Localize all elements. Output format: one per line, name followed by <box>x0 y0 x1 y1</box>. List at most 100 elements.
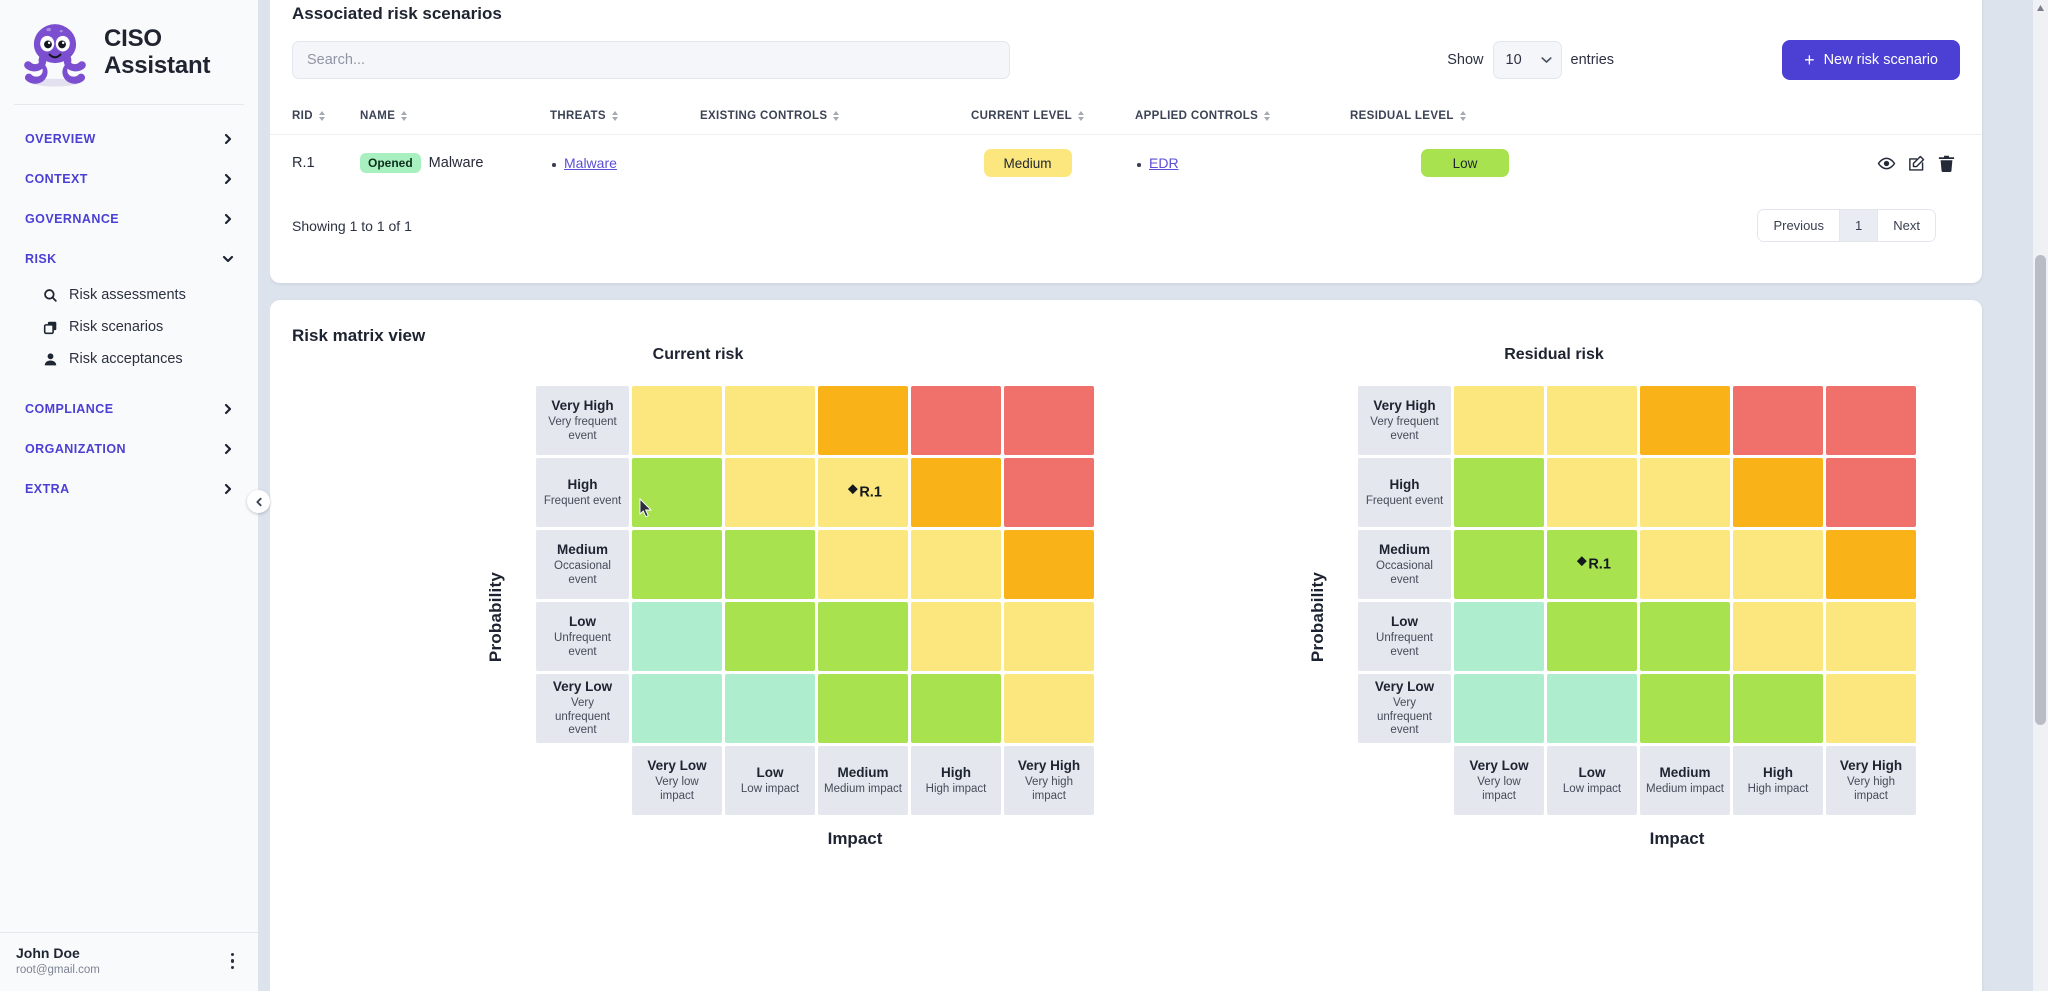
entries-label: entries <box>1571 52 1615 68</box>
matrix-cell[interactable] <box>1454 530 1544 599</box>
matrix-cell[interactable] <box>1454 602 1544 671</box>
sidebar-item-risk-assessments[interactable]: Risk assessments <box>0 279 258 311</box>
matrix-cell[interactable] <box>1454 674 1544 743</box>
pagination-next-button[interactable]: Next <box>1878 210 1935 241</box>
matrix-cell[interactable] <box>725 458 815 527</box>
sidebar-rail <box>258 0 270 991</box>
column-header-rid[interactable]: RID <box>270 98 360 135</box>
residual-risk-matrix: Residual risk Probability Very HighVery … <box>1126 346 1982 849</box>
matrix-cell[interactable] <box>911 386 1001 455</box>
sidebar-item-overview[interactable]: OVERVIEW <box>0 119 258 159</box>
matrix-cell[interactable] <box>1547 674 1637 743</box>
matrix-cell[interactable] <box>632 674 722 743</box>
matrix-cell[interactable] <box>1004 602 1094 671</box>
edit-icon[interactable] <box>1907 154 1926 173</box>
column-header-existing-controls[interactable]: EXISTING CONTROLS <box>700 98 920 135</box>
scrollbar-thumb[interactable] <box>2035 255 2046 725</box>
matrix-cell[interactable] <box>911 458 1001 527</box>
table-row[interactable]: R.1 OpenedMalware Malware <box>270 135 1982 192</box>
user-profile[interactable]: John Doe root@gmail.com <box>0 932 258 991</box>
chevron-right-icon <box>222 443 234 455</box>
sidebar-item-risk-acceptances[interactable]: Risk acceptances <box>0 343 258 375</box>
impact-level-header: Very HighVery high impact <box>1826 746 1916 815</box>
search-input[interactable] <box>292 41 1010 79</box>
matrix-cell[interactable] <box>1640 458 1730 527</box>
matrix-cell[interactable] <box>1826 602 1916 671</box>
matrix-cell[interactable] <box>725 674 815 743</box>
matrix-cell[interactable] <box>632 386 722 455</box>
column-header-current-level[interactable]: CURRENT LEVEL <box>920 98 1135 135</box>
pagination-previous-button[interactable]: Previous <box>1758 210 1840 241</box>
matrix-cell[interactable] <box>632 530 722 599</box>
pagination-page-1-button[interactable]: 1 <box>1840 210 1878 241</box>
matrix-cell[interactable] <box>1826 458 1916 527</box>
risk-marker[interactable]: R.1 <box>849 484 882 500</box>
matrix-cell[interactable] <box>725 602 815 671</box>
matrix-cell[interactable] <box>1733 458 1823 527</box>
column-header-residual-level[interactable]: RESIDUAL LEVEL <box>1350 98 1580 135</box>
sidebar-collapse-button[interactable] <box>247 490 270 513</box>
matrix-cell[interactable] <box>632 458 722 527</box>
user-menu-kebab-icon[interactable] <box>223 949 243 974</box>
matrix-cell[interactable] <box>911 530 1001 599</box>
matrix-cell[interactable] <box>1733 530 1823 599</box>
sidebar-item-extra[interactable]: EXTRA <box>0 469 258 509</box>
matrix-cell[interactable] <box>1640 674 1730 743</box>
matrix-cell[interactable] <box>1733 602 1823 671</box>
sidebar-item-compliance[interactable]: COMPLIANCE <box>0 389 258 429</box>
matrix-cell[interactable] <box>911 602 1001 671</box>
applied-control-link[interactable]: EDR <box>1149 155 1179 171</box>
column-header-name[interactable]: NAME <box>360 98 550 135</box>
sidebar-item-risk[interactable]: RISK <box>0 239 258 279</box>
delete-icon[interactable] <box>1937 154 1956 173</box>
risk-marker-label: R.1 <box>1588 556 1611 572</box>
matrix-cell[interactable] <box>1547 458 1637 527</box>
probability-level-desc: Frequent event <box>1366 495 1443 509</box>
matrix-cell[interactable] <box>1004 530 1094 599</box>
vertical-scrollbar[interactable] <box>2033 0 2048 991</box>
matrix-cell[interactable] <box>1826 674 1916 743</box>
matrix-cell[interactable] <box>1547 602 1637 671</box>
view-icon[interactable] <box>1877 154 1896 173</box>
matrix-cell[interactable] <box>1004 674 1094 743</box>
matrix-cell[interactable] <box>1733 386 1823 455</box>
column-label: RID <box>292 110 313 122</box>
sidebar-item-context[interactable]: CONTEXT <box>0 159 258 199</box>
matrix-cell[interactable] <box>1640 530 1730 599</box>
matrix-cell[interactable]: R.1 <box>1547 530 1637 599</box>
sort-icon <box>833 111 839 121</box>
new-risk-scenario-button[interactable]: + New risk scenario <box>1782 40 1960 80</box>
matrix-cell[interactable] <box>1454 386 1544 455</box>
cell-existing-controls <box>700 135 920 192</box>
matrix-cell[interactable] <box>818 530 908 599</box>
matrix-cell[interactable] <box>1004 458 1094 527</box>
matrix-cell[interactable] <box>1640 602 1730 671</box>
matrix-cell[interactable] <box>1826 530 1916 599</box>
matrix-cell[interactable] <box>632 602 722 671</box>
matrix-cell[interactable] <box>725 386 815 455</box>
matrix-cell[interactable] <box>1547 386 1637 455</box>
scroll-up-arrow-icon[interactable] <box>2033 0 2048 15</box>
matrix-cell[interactable]: R.1 <box>818 458 908 527</box>
risk-marker[interactable]: R.1 <box>1578 556 1611 572</box>
matrix-cell[interactable] <box>1454 458 1544 527</box>
sidebar-item-organization[interactable]: ORGANIZATION <box>0 429 258 469</box>
column-header-threats[interactable]: THREATS <box>550 98 700 135</box>
matrix-cell[interactable] <box>818 386 908 455</box>
sidebar-item-risk-scenarios[interactable]: Risk scenarios <box>0 311 258 343</box>
sort-icon <box>612 111 618 121</box>
matrix-cell[interactable] <box>1733 674 1823 743</box>
page-size-select[interactable]: 10 25 50 100 <box>1493 41 1562 79</box>
matrix-cell[interactable] <box>1004 386 1094 455</box>
matrix-cell[interactable] <box>911 674 1001 743</box>
threat-link[interactable]: Malware <box>564 155 617 171</box>
matrix-cell[interactable] <box>818 602 908 671</box>
matrix-cell[interactable] <box>725 530 815 599</box>
matrix-cell[interactable] <box>1640 386 1730 455</box>
matrix-cell[interactable] <box>818 674 908 743</box>
matrix-cell[interactable] <box>1826 386 1916 455</box>
column-header-applied-controls[interactable]: APPLIED CONTROLS <box>1135 98 1350 135</box>
sidebar-item-governance[interactable]: GOVERNANCE <box>0 199 258 239</box>
impact-level-desc: Low impact <box>1563 783 1621 797</box>
probability-axis-label: Probability <box>1278 386 1358 849</box>
